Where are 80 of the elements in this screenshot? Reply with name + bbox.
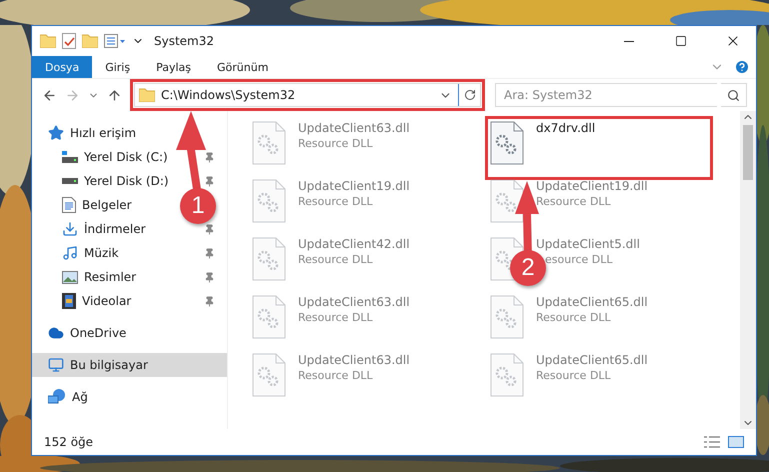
file-gears-icon — [252, 179, 286, 223]
sidebar-item[interactable]: Bu bilgisayar — [48, 357, 148, 373]
file-name[interactable]: UpdateClient19.dll — [298, 179, 410, 193]
file-gears-icon — [252, 353, 286, 397]
pin-icon[interactable] — [204, 272, 215, 282]
file-type: esource DLL — [544, 253, 614, 266]
cloud-icon — [48, 325, 64, 341]
pin-icon[interactable] — [204, 224, 215, 234]
sidebar-item[interactable]: Belgeler — [62, 197, 132, 213]
sidebar-item[interactable]: Yerel Disk (D:) — [62, 174, 215, 188]
scrollbar[interactable] — [740, 111, 756, 429]
film-icon — [62, 293, 76, 309]
sidebar-item[interactable]: OneDrive — [48, 325, 126, 341]
sidebar-item[interactable]: Ağ — [48, 389, 88, 405]
minimize-icon — [624, 40, 634, 42]
file-name[interactable]: UpdateClient63.dll — [298, 121, 410, 135]
music-icon — [62, 245, 78, 261]
scroll-thumb[interactable] — [743, 125, 753, 180]
window-title: System32 — [154, 34, 216, 48]
sidebar-item[interactable]: Resimler — [62, 270, 215, 284]
search-button[interactable] — [721, 83, 747, 107]
sidebar-item[interactable]: Yerel Disk (C:) — [62, 150, 215, 164]
file-name[interactable]: UpdateClient19.dll — [536, 179, 648, 193]
document-icon — [62, 197, 76, 213]
file-gears-icon — [490, 121, 524, 165]
pin-icon[interactable] — [204, 152, 215, 162]
search-field[interactable]: Ara: System32 — [495, 83, 717, 107]
folder-icon[interactable] — [82, 34, 98, 48]
search-icon — [727, 88, 740, 102]
tiles-view-icon[interactable] — [728, 436, 744, 448]
file-type: Resource DLL — [298, 195, 374, 208]
file-gears-icon — [252, 237, 286, 281]
pin-icon[interactable] — [204, 296, 215, 306]
file-type: Resource DLL — [298, 369, 374, 382]
maximize-icon — [675, 35, 687, 47]
pin-icon[interactable] — [204, 176, 215, 186]
sidebar-item[interactable]: İndirmeler — [62, 221, 215, 237]
file-gears-icon — [252, 121, 286, 165]
sidebar-item[interactable]: Müzik — [62, 245, 215, 261]
file-gears-icon — [252, 295, 286, 339]
drive-icon — [62, 151, 78, 163]
file-type: Resource DLL — [536, 311, 612, 324]
file-type: Resource DLL — [536, 369, 612, 382]
address-path: C:\Windows\System32 — [161, 88, 296, 102]
file-type: Resource DLL — [536, 195, 612, 208]
folder-icon — [139, 88, 155, 102]
file-name[interactable]: dx7drv.dll — [536, 121, 596, 135]
refresh-icon — [464, 89, 476, 101]
ribbon-tab[interactable]: Dosya — [32, 56, 92, 78]
item-count: 152 öğe — [44, 435, 94, 449]
sidebar-item[interactable]: Videolar — [62, 293, 215, 309]
network-icon — [48, 389, 66, 405]
file-name[interactable]: UpdateClient42.dll — [298, 237, 410, 251]
ribbon-tab[interactable]: Paylaş — [143, 56, 204, 78]
ribbon-tab[interactable]: Görünüm — [204, 56, 282, 78]
properties-icon[interactable] — [104, 34, 126, 48]
file-type: Resource DLL — [298, 137, 374, 150]
sidebar-item[interactable]: Hızlı erişim — [48, 125, 136, 141]
file-name[interactable]: UpdateClient63.dll — [298, 295, 410, 309]
file-type: Resource DLL — [298, 311, 374, 324]
folder-icon[interactable] — [40, 34, 56, 48]
checklist-icon[interactable] — [62, 33, 76, 49]
file-name[interactable]: UpdateClient63.dll — [298, 353, 410, 367]
file-gears-icon — [490, 179, 524, 223]
ribbon-tab[interactable]: Giriş — [92, 56, 144, 78]
drive-icon — [62, 178, 78, 184]
file-name[interactable]: UpdateClient5.dll — [536, 237, 640, 251]
file-name[interactable]: UpdateClient65.dll — [536, 353, 648, 367]
file-name[interactable]: UpdateClient65.dll — [536, 295, 648, 309]
pin-icon[interactable] — [204, 248, 215, 258]
details-view-icon[interactable] — [704, 436, 720, 448]
monitor-icon — [48, 357, 64, 373]
help-icon[interactable] — [734, 59, 750, 75]
file-gears-icon — [490, 295, 524, 339]
file-type: Resource DLL — [298, 253, 374, 266]
file-gears-icon — [490, 353, 524, 397]
forward-arrow-icon — [65, 88, 80, 102]
star-icon — [48, 125, 64, 141]
image-icon — [62, 270, 78, 284]
download-icon — [62, 221, 78, 237]
